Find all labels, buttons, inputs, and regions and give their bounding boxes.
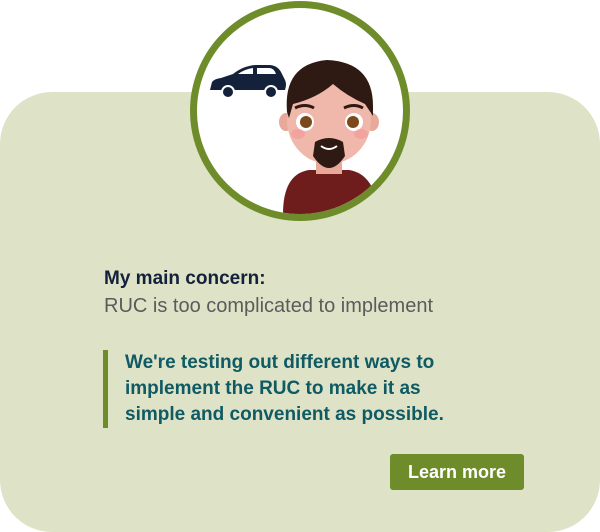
learn-more-button[interactable]: Learn more xyxy=(390,454,524,490)
response-quote: We're testing out different ways to impl… xyxy=(103,350,503,428)
car-icon xyxy=(210,65,286,99)
avatar xyxy=(190,1,410,221)
response-line: simple and convenient as possible. xyxy=(125,404,444,425)
avatar-illustration xyxy=(210,60,379,214)
response-text: We're testing out different ways to impl… xyxy=(125,350,503,428)
concern-text: RUC is too complicated to implement xyxy=(104,295,434,317)
response-line: We're testing out different ways to xyxy=(125,352,435,373)
concern-heading: My main concern: xyxy=(104,268,266,289)
concern-card-page: My main concern: RUC is too complicated … xyxy=(0,0,600,532)
person-illustration xyxy=(279,60,379,214)
response-line: implement the RUC to make it as xyxy=(125,378,421,399)
